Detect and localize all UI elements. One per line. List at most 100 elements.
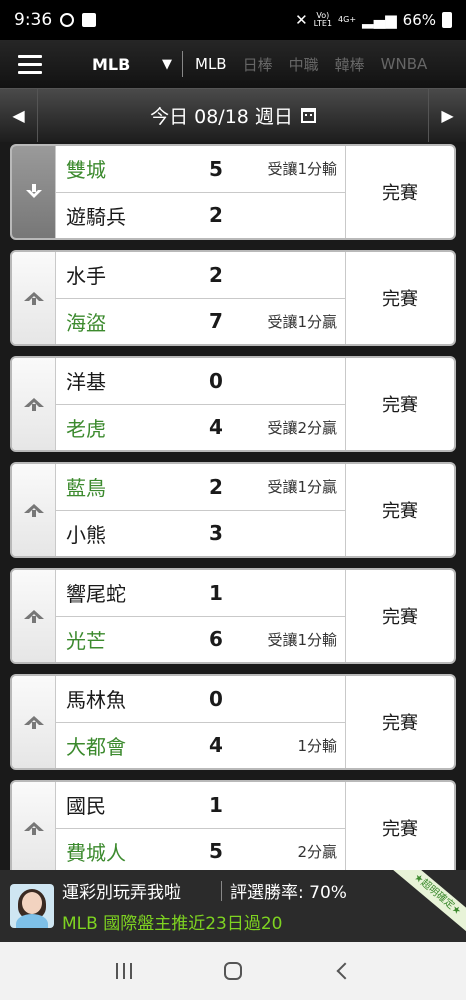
calendar-icon — [300, 108, 316, 123]
expand-toggle[interactable] — [12, 676, 56, 768]
team-name: 小熊 — [66, 522, 106, 547]
game-card[interactable]: 響尾蛇 1 光芒 6 受讓1分輸 完賽 — [10, 568, 456, 664]
chevron-down-icon — [25, 184, 42, 198]
game-status: 完賽 — [382, 819, 418, 840]
home-team-row: 大都會 4 1分輸 — [56, 721, 345, 768]
away-team-row: 響尾蛇 1 — [56, 570, 345, 616]
home-team-row: 光芒 6 受讓1分輸 — [56, 615, 345, 662]
game-list: 雙城 5 受讓1分輸 遊騎兵 2 完賽 水手 2 海盜 7 受讓1分贏 完賽 洋… — [0, 142, 466, 870]
team-score: 0 — [209, 686, 223, 711]
battery-percent: 66% — [402, 11, 436, 29]
handicap-note: 受讓1分贏 — [267, 478, 337, 497]
expand-toggle[interactable] — [12, 464, 56, 556]
team-score: 7 — [209, 309, 223, 334]
home-team-row: 小熊 3 — [56, 509, 345, 556]
game-card[interactable]: 洋基 0 老虎 4 受讓2分贏 完賽 — [10, 356, 456, 452]
teams: 響尾蛇 1 光芒 6 受讓1分輸 — [56, 570, 346, 662]
tab-mlb[interactable]: MLB — [187, 55, 235, 73]
team-name: 水手 — [66, 264, 106, 289]
team-name: 海盜 — [66, 310, 106, 335]
team-score: 3 — [209, 521, 223, 546]
away-team-row: 水手 2 — [56, 252, 345, 298]
ad-banner[interactable]: 運彩別玩弄我啦 評選勝率: 70% MLB 國際盤主推近23日過20 ★超明確定… — [0, 870, 466, 942]
top-nav: MLB ▼ MLB 日棒 中職 韓棒 WNBA — [0, 40, 466, 88]
chevron-up-icon — [23, 822, 44, 835]
team-name: 遊騎兵 — [66, 204, 126, 229]
status-bar: 9:36 ✕ Vo) LTE1 4G+ ▂▄▆ 66% — [0, 0, 466, 40]
mute-icon: ✕ — [295, 11, 308, 29]
battery-icon — [442, 12, 452, 28]
game-card[interactable]: 藍鳥 2 受讓1分贏 小熊 3 完賽 — [10, 462, 456, 558]
home-team-row: 海盜 7 受讓1分贏 — [56, 297, 345, 344]
team-score: 2 — [209, 474, 223, 499]
left-arrow-icon: ◀ — [12, 106, 25, 125]
league-tabs: MLB 日棒 中職 韓棒 WNBA — [187, 54, 435, 75]
game-card[interactable]: 雙城 5 受讓1分輸 遊騎兵 2 完賽 — [10, 144, 456, 240]
handicap-note: 受讓1分輸 — [267, 160, 337, 179]
team-score: 1 — [209, 792, 223, 817]
network-type: 4G+ — [338, 15, 357, 24]
game-status: 完賽 — [382, 183, 418, 204]
tab-cpbl[interactable]: 中職 — [281, 54, 327, 75]
sync-icon — [60, 13, 75, 27]
ad-ribbon: ★超明確定★ — [389, 870, 466, 938]
game-status: 完賽 — [382, 713, 418, 734]
home-team-row: 老虎 4 受讓2分贏 — [56, 403, 345, 450]
right-arrow-icon: ▶ — [441, 106, 454, 125]
ad-line1: 運彩別玩弄我啦 評選勝率: 70% — [62, 878, 347, 903]
tab-kbo[interactable]: 韓棒 — [327, 54, 373, 75]
teams: 水手 2 海盜 7 受讓1分贏 — [56, 252, 346, 344]
game-card[interactable]: 馬林魚 0 大都會 4 1分輸 完賽 — [10, 674, 456, 770]
chevron-up-icon — [23, 398, 44, 411]
ad-title: 運彩別玩弄我啦 — [62, 883, 181, 903]
team-name: 費城人 — [66, 840, 126, 865]
game-card[interactable]: 國民 1 費城人 5 2分贏 完賽 — [10, 780, 456, 870]
expand-toggle[interactable] — [12, 570, 56, 662]
team-name: 老虎 — [66, 416, 106, 441]
game-status: 完賽 — [382, 395, 418, 416]
game-status: 完賽 — [382, 607, 418, 628]
away-team-row: 雙城 5 受讓1分輸 — [56, 146, 345, 192]
tab-wnba[interactable]: WNBA — [373, 55, 436, 73]
expand-toggle[interactable] — [12, 252, 56, 344]
tab-npb[interactable]: 日棒 — [235, 54, 281, 75]
date-bar: ◀ 今日 08/18 週日 ▶ — [0, 88, 466, 143]
team-score: 5 — [209, 839, 223, 864]
team-name: 馬林魚 — [66, 688, 126, 713]
team-score: 0 — [209, 368, 223, 393]
game-status: 完賽 — [382, 501, 418, 522]
expand-toggle[interactable] — [12, 146, 56, 238]
chevron-up-icon — [23, 504, 44, 517]
away-team-row: 馬林魚 0 — [56, 676, 345, 722]
chevron-up-icon — [23, 610, 44, 623]
away-team-row: 藍鳥 2 受讓1分贏 — [56, 464, 345, 510]
home-icon — [223, 962, 242, 980]
team-name: 藍鳥 — [66, 476, 106, 501]
teams: 馬林魚 0 大都會 4 1分輸 — [56, 676, 346, 768]
league-dropdown[interactable]: MLB ▼ — [60, 55, 178, 74]
date-label: 今日 08/18 週日 — [150, 106, 293, 128]
next-date-button[interactable]: ▶ — [428, 88, 466, 143]
back-icon — [336, 962, 354, 980]
notification-icon — [82, 13, 97, 27]
dropdown-caret-icon: ▼ — [162, 56, 172, 72]
expand-toggle[interactable] — [12, 782, 56, 870]
recents-button[interactable] — [104, 951, 144, 991]
game-card[interactable]: 水手 2 海盜 7 受讓1分贏 完賽 — [10, 250, 456, 346]
date-picker[interactable]: 今日 08/18 週日 — [38, 102, 428, 129]
avatar — [10, 884, 54, 928]
menu-icon[interactable] — [0, 40, 60, 88]
team-score: 2 — [209, 203, 223, 228]
handicap-note: 2分贏 — [297, 842, 337, 861]
game-status: 完賽 — [382, 289, 418, 310]
league-dropdown-value: MLB — [92, 54, 131, 74]
home-team-row: 費城人 5 2分贏 — [56, 827, 345, 870]
teams: 洋基 0 老虎 4 受讓2分贏 — [56, 358, 346, 450]
home-button[interactable] — [213, 951, 253, 991]
team-score: 4 — [209, 733, 223, 758]
system-nav-bar — [0, 942, 466, 1000]
prev-date-button[interactable]: ◀ — [0, 88, 38, 143]
expand-toggle[interactable] — [12, 358, 56, 450]
back-button[interactable] — [322, 951, 362, 991]
recents-icon — [116, 963, 133, 979]
